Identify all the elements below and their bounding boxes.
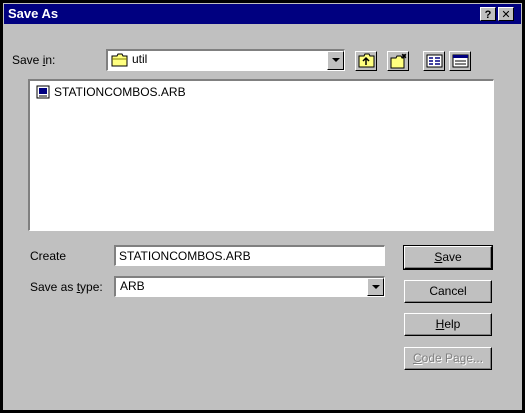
title-bar[interactable]: Save As ? ✕ xyxy=(4,4,521,24)
document-icon xyxy=(36,85,50,99)
details-view-button[interactable] xyxy=(449,51,471,71)
code-page-button[interactable]: Code Page... xyxy=(404,347,492,370)
list-view-button[interactable] xyxy=(423,51,445,71)
save-as-type-combo[interactable]: ARB xyxy=(114,276,385,297)
details-view-icon xyxy=(452,54,469,68)
save-as-dialog: Save As ? ✕ Save in: util STATIONCOMBOS.… xyxy=(0,0,525,413)
save-in-combo[interactable]: util xyxy=(106,49,345,71)
save-in-dropdown-button[interactable] xyxy=(327,51,344,70)
filename-value: STATIONCOMBOS.ARB xyxy=(119,249,251,263)
save-button[interactable]: Save xyxy=(403,245,493,270)
cancel-button[interactable]: Cancel xyxy=(404,280,492,303)
new-folder-icon xyxy=(390,53,407,69)
save-as-type-value: ARB xyxy=(120,279,145,293)
save-in-label: Save in: xyxy=(12,53,56,67)
folder-icon xyxy=(111,53,128,67)
up-one-level-button[interactable] xyxy=(355,51,377,71)
new-folder-button[interactable] xyxy=(387,51,409,71)
file-name: STATIONCOMBOS.ARB xyxy=(54,85,186,99)
create-label: Create xyxy=(30,249,67,263)
filename-input[interactable]: STATIONCOMBOS.ARB xyxy=(114,245,385,266)
save-as-type-label: Save as type: xyxy=(30,280,103,294)
help-icon[interactable]: ? xyxy=(480,7,496,21)
window-title: Save As xyxy=(8,6,59,21)
list-view-icon xyxy=(426,54,443,68)
file-list[interactable]: STATIONCOMBOS.ARB xyxy=(28,79,494,231)
help-button[interactable]: Help xyxy=(404,313,492,336)
save-in-value: util xyxy=(132,52,148,66)
close-icon[interactable]: ✕ xyxy=(498,7,514,21)
save-as-type-dropdown-button[interactable] xyxy=(367,278,384,296)
up-folder-icon xyxy=(358,53,375,68)
